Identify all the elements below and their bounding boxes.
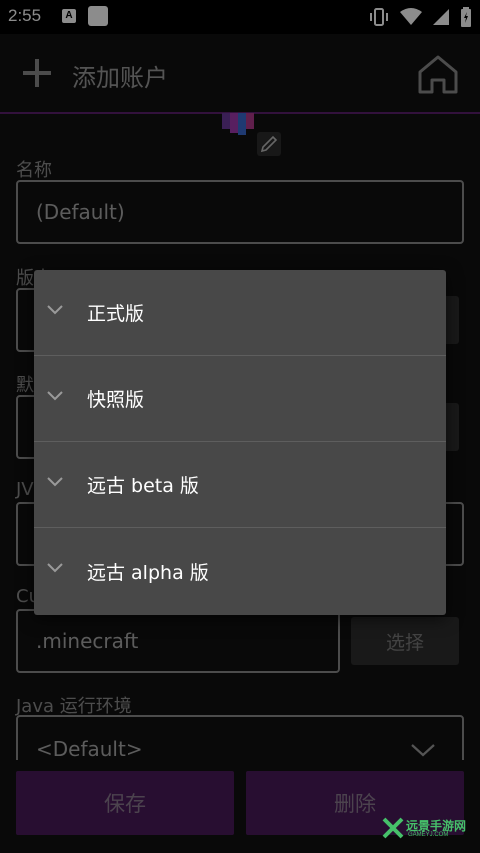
menu-item-old-beta[interactable]: 远古 beta 版: [34, 442, 446, 528]
chevron-down-icon: [47, 391, 63, 401]
menu-item-old-alpha[interactable]: 远古 alpha 版: [34, 528, 446, 614]
menu-item-label: 远古 alpha 版: [87, 561, 209, 584]
menu-item-snapshot[interactable]: 快照版: [34, 356, 446, 442]
version-type-menu: 正式版 快照版 远古 beta 版 远古 alpha 版: [34, 270, 446, 615]
chevron-down-icon: [47, 477, 63, 487]
watermark: 远景手游网 GAMEYJ.COM: [382, 815, 470, 843]
menu-item-label: 远古 beta 版: [87, 475, 199, 497]
chevron-down-icon: [47, 305, 63, 315]
menu-item-label: 快照版: [87, 389, 145, 411]
watermark-site: GAMEYJ.COM: [408, 832, 449, 838]
menu-item-release[interactable]: 正式版: [34, 270, 446, 356]
chevron-down-icon: [47, 563, 63, 573]
menu-item-label: 正式版: [87, 303, 145, 325]
watermark-logo-icon: [382, 817, 404, 839]
